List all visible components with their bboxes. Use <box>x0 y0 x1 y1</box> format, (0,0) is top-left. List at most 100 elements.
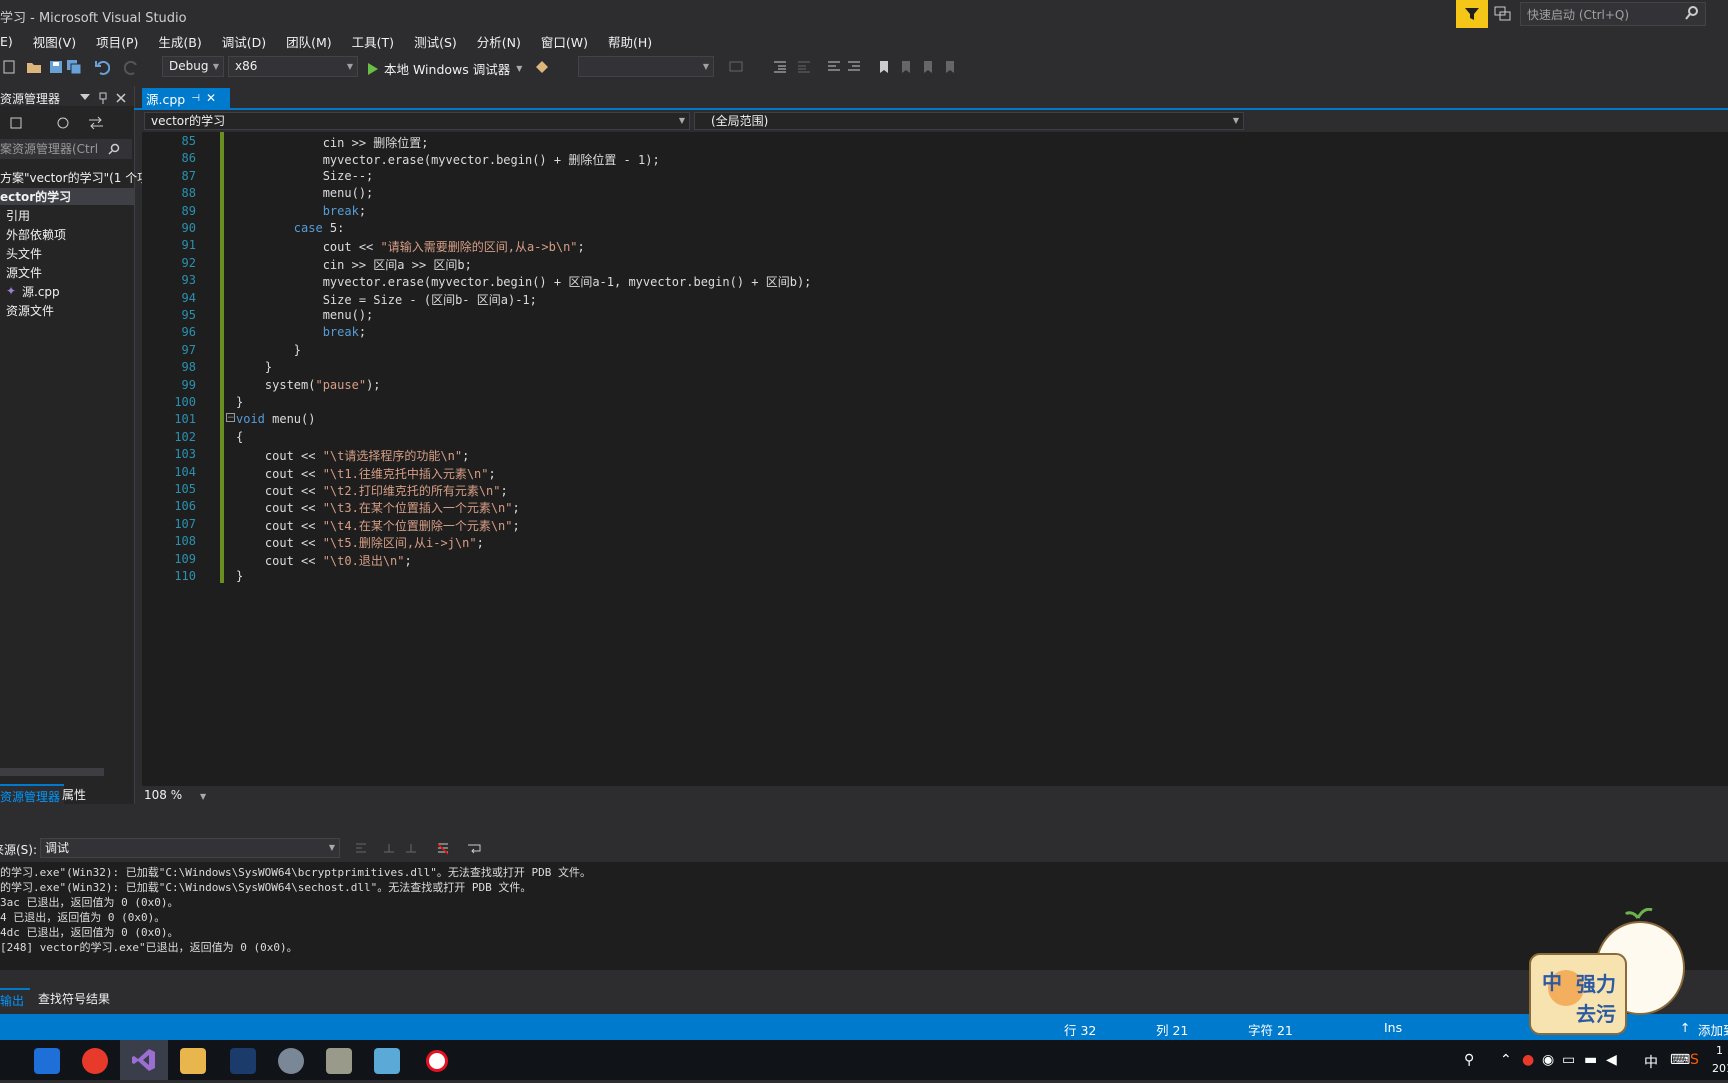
prev-message-icon[interactable] <box>382 842 396 856</box>
code-line[interactable]: cout << "\t5.删除区间,从i->j\n"; <box>236 534 484 551</box>
prev-bookmark-icon[interactable] <box>898 59 914 75</box>
next-message-icon[interactable] <box>404 842 418 856</box>
clear-all-icon[interactable] <box>436 842 450 856</box>
code-line[interactable]: break; <box>236 325 366 339</box>
code-line[interactable]: cin >> 删除位置; <box>236 134 429 151</box>
comment-icon[interactable] <box>728 59 744 75</box>
menu-edit[interactable]: E) <box>0 34 13 49</box>
bookmark-icon[interactable] <box>876 59 892 75</box>
quick-launch-input[interactable]: 快速启动 (Ctrl+Q) <box>1520 2 1706 26</box>
add-to-source-control[interactable]: 添加到 <box>1698 1020 1728 1039</box>
tab-find-symbol-results[interactable]: 查找符号结果 <box>38 990 110 1007</box>
indent-icon[interactable] <box>772 59 788 75</box>
code-line[interactable]: break; <box>236 204 366 218</box>
people-icon[interactable]: ⚲ <box>1464 1052 1474 1068</box>
close-icon[interactable] <box>116 93 126 103</box>
sogou-icon[interactable]: S <box>1690 1052 1699 1068</box>
clock-date[interactable]: 201 <box>1712 1062 1728 1075</box>
output-source-select[interactable]: 调试 ▼ <box>40 838 340 858</box>
clock-time[interactable]: 1 <box>1716 1044 1723 1057</box>
code-line[interactable]: case 5: <box>236 221 345 235</box>
menu-debug[interactable]: 调试(D) <box>222 32 266 51</box>
code-line[interactable]: cout << "请输入需要删除的区间,从a->b\n"; <box>236 238 585 255</box>
home-icon[interactable] <box>10 116 26 130</box>
tray-app-icon[interactable]: ● <box>1522 1052 1534 1068</box>
next-bookmark-icon[interactable] <box>920 59 936 75</box>
chevron-down-icon[interactable] <box>80 94 90 102</box>
record-taskbar-icon[interactable] <box>426 1050 448 1072</box>
menu-analyze[interactable]: 分析(N) <box>477 32 521 51</box>
pin-icon[interactable]: ⊣ <box>191 93 200 104</box>
align-right-icon[interactable] <box>846 59 862 75</box>
menu-team[interactable]: 团队(M) <box>286 32 332 51</box>
history-icon[interactable] <box>56 116 70 130</box>
notification-icon[interactable] <box>1494 6 1512 22</box>
start-debugging-button[interactable]: 本地 Windows 调试器 ▼ <box>368 59 522 78</box>
code-line[interactable]: } <box>236 395 243 409</box>
steam-tray-icon[interactable]: ◉ <box>1542 1052 1554 1068</box>
tree-project[interactable]: ector的学习 <box>0 188 134 205</box>
code-line[interactable]: cout << "\t1.往维克托中插入元素\n"; <box>236 465 496 482</box>
feedback-filter-button[interactable] <box>1456 0 1488 28</box>
menu-tools[interactable]: 工具(T) <box>352 32 394 51</box>
platform-select[interactable]: x86 ▼ <box>228 56 358 77</box>
power-icon[interactable]: ▬ <box>1584 1052 1597 1068</box>
redo-icon[interactable] <box>124 59 140 75</box>
code-line[interactable]: cout << "\t4.在某个位置删除一个元素\n"; <box>236 517 520 534</box>
code-line[interactable]: } <box>236 360 272 374</box>
save-icon[interactable] <box>48 59 64 75</box>
menu-test[interactable]: 测试(S) <box>414 32 457 51</box>
tree-source-cpp[interactable]: 源.cpp <box>22 283 60 300</box>
browser-link-icon[interactable] <box>534 59 550 75</box>
show-hidden-icons[interactable]: ⌃ <box>1500 1052 1512 1068</box>
code-line[interactable]: myvector.erase(myvector.begin() + 删除位置 -… <box>236 151 660 168</box>
tree-references[interactable]: 引用 <box>6 207 30 224</box>
zoom-level-select[interactable]: 108 % ▼ <box>144 788 206 802</box>
code-line[interactable]: Size = Size - (区间b- 区间a)-1; <box>236 291 537 308</box>
code-line[interactable]: myvector.erase(myvector.begin() + 区间a-1,… <box>236 273 812 290</box>
network-icon[interactable]: ▭ <box>1562 1052 1575 1068</box>
close-icon[interactable]: ✕ <box>206 91 216 105</box>
project-scope-select[interactable]: vector的学习 ▼ <box>144 112 690 130</box>
pin-icon[interactable] <box>98 92 108 104</box>
config-select[interactable]: Debug ▼ <box>162 56 224 77</box>
goto-source-icon[interactable] <box>354 842 368 856</box>
tree-external-deps[interactable]: 外部依赖项 <box>6 226 66 243</box>
code-line[interactable]: { <box>236 430 243 444</box>
music-taskbar-icon[interactable] <box>82 1048 108 1074</box>
member-scope-select[interactable]: (全局范围) ▼ <box>694 112 1244 130</box>
tree-source-files[interactable]: 源文件 <box>6 264 42 281</box>
new-project-icon[interactable] <box>2 59 18 75</box>
collapse-icon[interactable]: − <box>226 413 235 423</box>
word-wrap-icon[interactable] <box>466 842 482 856</box>
notes-taskbar-icon[interactable] <box>374 1048 400 1074</box>
undo-icon[interactable] <box>94 59 110 75</box>
browser-taskbar-icon[interactable] <box>34 1048 60 1074</box>
code-line[interactable]: cout << "\t3.在某个位置插入一个元素\n"; <box>236 499 520 516</box>
avatar-taskbar-icon[interactable] <box>278 1048 304 1074</box>
tab-output[interactable]: 输出 <box>0 988 31 1011</box>
code-line[interactable]: system("pause"); <box>236 378 381 392</box>
open-folder-icon[interactable] <box>26 59 42 75</box>
menu-window[interactable]: 窗口(W) <box>541 32 588 51</box>
tab-source-cpp[interactable]: 源.cpp ⊣ ✕ <box>142 88 230 108</box>
menu-help[interactable]: 帮助(H) <box>608 32 652 51</box>
volume-icon[interactable]: ◀ <box>1606 1052 1617 1068</box>
horizontal-scrollbar[interactable] <box>0 768 104 776</box>
code-line[interactable]: cin >> 区间a >> 区间b; <box>236 256 472 273</box>
steam-taskbar-icon[interactable] <box>230 1048 256 1074</box>
code-line[interactable]: menu(); <box>236 186 374 200</box>
code-line[interactable]: cout << "\t2.打印维克托的所有元素\n"; <box>236 482 508 499</box>
tree-resource-files[interactable]: 资源文件 <box>6 302 54 319</box>
tab-properties[interactable]: 属性 <box>62 786 86 803</box>
solution-config-select[interactable]: ▼ <box>578 56 714 77</box>
document-taskbar-icon[interactable] <box>326 1048 352 1074</box>
align-left-icon[interactable] <box>826 59 842 75</box>
sync-icon[interactable] <box>88 116 104 130</box>
menu-project[interactable]: 项目(P) <box>96 32 138 51</box>
tree-solution[interactable]: 方案"vector的学习"(1 个项 <box>0 169 149 186</box>
code-line[interactable]: Size--; <box>236 169 374 183</box>
code-line[interactable]: cout << "\t0.退出\n"; <box>236 552 412 569</box>
menu-build[interactable]: 生成(B) <box>158 32 201 51</box>
clear-bookmarks-icon[interactable] <box>942 59 958 75</box>
